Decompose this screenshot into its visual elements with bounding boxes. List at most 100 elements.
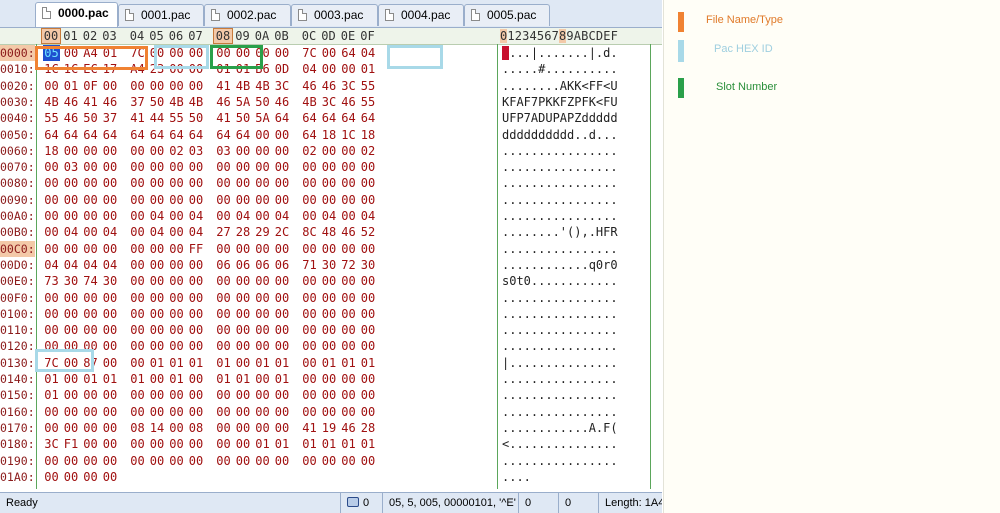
hex-byte[interactable]: 06 xyxy=(235,257,252,273)
hex-byte[interactable]: 00 xyxy=(82,469,99,485)
hex-byte[interactable]: 01 xyxy=(274,436,291,452)
hex-byte[interactable]: 00 xyxy=(235,404,252,420)
hex-byte[interactable]: 00 xyxy=(301,273,318,289)
hex-byte[interactable]: 00 xyxy=(235,453,252,469)
hex-byte[interactable]: 5A xyxy=(235,94,252,110)
hex-byte[interactable]: 00 xyxy=(149,290,166,306)
hex-byte[interactable]: 30 xyxy=(321,257,338,273)
hex-byte[interactable]: 00 xyxy=(235,338,252,354)
hex-byte[interactable]: 06 xyxy=(274,257,291,273)
hex-byte[interactable]: 00 xyxy=(102,469,119,485)
hex-byte[interactable]: 00 xyxy=(274,322,291,338)
hex-byte[interactable]: 00 xyxy=(274,127,291,143)
hex-byte[interactable]: 00 xyxy=(43,175,60,191)
hex-byte[interactable]: 30 xyxy=(102,273,119,289)
hex-byte[interactable]: 00 xyxy=(360,453,377,469)
hex-byte[interactable]: 00 xyxy=(129,436,146,452)
hex-byte[interactable]: 00 xyxy=(168,192,185,208)
hex-byte[interactable]: 00 xyxy=(274,387,291,403)
hex-byte[interactable]: 00 xyxy=(82,175,99,191)
hex-byte[interactable]: 71 xyxy=(301,257,318,273)
hex-byte[interactable]: 00 xyxy=(82,306,99,322)
hex-byte[interactable]: 00 xyxy=(360,404,377,420)
hex-byte[interactable]: 00 xyxy=(63,404,80,420)
hex-byte[interactable]: 7C xyxy=(301,45,318,61)
hex-byte[interactable]: 00 xyxy=(215,192,232,208)
hex-byte[interactable]: 00 xyxy=(149,192,166,208)
hex-byte[interactable]: 00 xyxy=(102,78,119,94)
hex-byte[interactable]: 00 xyxy=(82,290,99,306)
hex-byte[interactable]: 00 xyxy=(301,306,318,322)
hex-byte[interactable]: 30 xyxy=(360,257,377,273)
hex-byte[interactable]: 03 xyxy=(215,143,232,159)
hex-byte[interactable]: 00 xyxy=(168,175,185,191)
hex-byte[interactable]: 00 xyxy=(301,355,318,371)
hex-byte[interactable]: 64 xyxy=(215,127,232,143)
ascii-text[interactable]: ................ xyxy=(502,371,618,387)
hex-byte[interactable]: 00 xyxy=(63,453,80,469)
hex-byte[interactable]: 00 xyxy=(188,404,205,420)
hex-byte[interactable]: 19 xyxy=(321,420,338,436)
hex-byte[interactable]: 64 xyxy=(82,127,99,143)
hex-byte[interactable]: 01 xyxy=(321,355,338,371)
hex-byte[interactable]: 55 xyxy=(360,78,377,94)
hex-byte[interactable]: 00 xyxy=(235,143,252,159)
hex-byte[interactable]: 00 xyxy=(188,436,205,452)
hex-byte[interactable]: 00 xyxy=(63,241,80,257)
hex-byte[interactable]: 01 xyxy=(149,355,166,371)
hex-byte[interactable]: 00 xyxy=(254,159,271,175)
hex-byte[interactable]: 00 xyxy=(215,420,232,436)
hex-byte[interactable]: 00 xyxy=(321,404,338,420)
hex-byte[interactable]: 00 xyxy=(63,420,80,436)
hex-byte[interactable]: 01 xyxy=(340,436,357,452)
hex-byte[interactable]: 46 xyxy=(63,110,80,126)
hex-byte[interactable]: 00 xyxy=(149,453,166,469)
hex-byte[interactable]: 00 xyxy=(129,355,146,371)
hex-byte[interactable]: 01 xyxy=(43,387,60,403)
hex-byte[interactable]: 00 xyxy=(129,78,146,94)
hex-byte[interactable]: 04 xyxy=(274,208,291,224)
hex-byte[interactable]: 04 xyxy=(149,208,166,224)
hex-byte[interactable]: 00 xyxy=(274,404,291,420)
hex-byte[interactable]: 00 xyxy=(188,290,205,306)
hex-byte[interactable]: 00 xyxy=(340,290,357,306)
tab-file-4[interactable]: 0004.pac xyxy=(378,4,464,26)
hex-byte[interactable]: 00 xyxy=(43,404,60,420)
hex-byte[interactable]: 41 xyxy=(129,110,146,126)
hex-byte[interactable]: 00 xyxy=(149,241,166,257)
hex-byte[interactable]: 00 xyxy=(43,224,60,240)
hex-byte[interactable]: 00 xyxy=(215,290,232,306)
hex-byte[interactable]: 4B xyxy=(301,94,318,110)
hex-byte[interactable]: 55 xyxy=(43,110,60,126)
hex-byte[interactable]: 00 xyxy=(43,241,60,257)
hex-byte[interactable]: 01 xyxy=(235,371,252,387)
hex-byte[interactable]: 04 xyxy=(102,224,119,240)
hex-byte[interactable]: 00 xyxy=(149,371,166,387)
hex-byte[interactable]: 00 xyxy=(63,208,80,224)
hex-byte[interactable]: 00 xyxy=(360,241,377,257)
hex-byte[interactable]: 18 xyxy=(360,127,377,143)
ascii-text[interactable]: ................ xyxy=(502,338,618,354)
ascii-text[interactable]: ................ xyxy=(502,192,618,208)
hex-byte[interactable]: 14 xyxy=(149,420,166,436)
hex-byte[interactable]: 00 xyxy=(215,159,232,175)
hex-byte[interactable]: 00 xyxy=(321,338,338,354)
hex-byte[interactable]: 01 xyxy=(274,355,291,371)
hex-byte[interactable]: 00 xyxy=(254,420,271,436)
hex-byte[interactable]: 00 xyxy=(129,241,146,257)
hex-byte[interactable]: 00 xyxy=(215,175,232,191)
hex-byte[interactable]: 00 xyxy=(149,78,166,94)
hex-byte[interactable]: 46 xyxy=(301,78,318,94)
hex-byte[interactable]: 1C xyxy=(340,127,357,143)
hex-byte[interactable]: 5A xyxy=(254,110,271,126)
hex-byte[interactable]: 04 xyxy=(360,45,377,61)
hex-byte[interactable]: 00 xyxy=(321,175,338,191)
hex-byte[interactable]: 00 xyxy=(82,322,99,338)
hex-byte[interactable]: 04 xyxy=(102,257,119,273)
hex-byte[interactable]: 01 xyxy=(254,436,271,452)
hex-byte[interactable]: 00 xyxy=(215,404,232,420)
hex-byte[interactable]: 01 xyxy=(168,355,185,371)
hex-byte[interactable]: 00 xyxy=(168,436,185,452)
hex-byte[interactable]: 46 xyxy=(102,94,119,110)
hex-byte[interactable]: 4B xyxy=(188,94,205,110)
